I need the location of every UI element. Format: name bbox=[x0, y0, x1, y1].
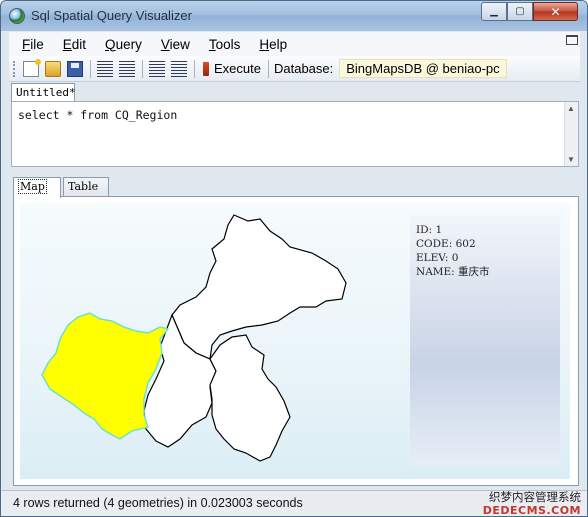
status-bar: 4 rows returned (4 geometries) in 0.0230… bbox=[1, 490, 587, 516]
menu-edit[interactable]: Edit bbox=[63, 37, 86, 52]
database-selector[interactable]: BingMapsDB @ beniao-pc bbox=[339, 59, 507, 78]
map-canvas[interactable]: ID: 1 CODE: 602 ELEV: 0 NAME: 重庆市 bbox=[20, 203, 570, 479]
window-title: Sql Spatial Query Visualizer bbox=[31, 8, 192, 23]
database-label: Database: bbox=[273, 61, 334, 76]
menu-tools[interactable]: Tools bbox=[209, 37, 241, 52]
new-file-icon[interactable] bbox=[23, 58, 41, 77]
editor-scrollbar[interactable]: ▲ ▼ bbox=[564, 102, 578, 166]
query-editor[interactable]: select * from CQ_Region ▲ ▼ bbox=[11, 101, 579, 167]
app-globe-icon bbox=[9, 8, 25, 24]
increase-indent-icon[interactable] bbox=[119, 60, 135, 77]
watermark-cn: 织梦内容管理系统 bbox=[489, 490, 581, 504]
feature-info-panel: ID: 1 CODE: 602 ELEV: 0 NAME: 重庆市 bbox=[410, 215, 560, 465]
mdi-restore-icon[interactable] bbox=[566, 35, 578, 45]
menu-query[interactable]: Query bbox=[105, 37, 142, 52]
map-panel: ID: 1 CODE: 602 ELEV: 0 NAME: 重庆市 bbox=[13, 196, 579, 486]
comment-icon[interactable] bbox=[149, 60, 165, 77]
uncomment-icon[interactable] bbox=[171, 60, 187, 77]
maximize-button[interactable]: ▢ bbox=[507, 2, 533, 21]
query-text[interactable]: select * from CQ_Region bbox=[18, 108, 177, 122]
toolbar-separator bbox=[90, 59, 91, 78]
execute-icon[interactable] bbox=[203, 61, 209, 76]
toolbar-separator bbox=[267, 59, 269, 78]
open-folder-icon[interactable] bbox=[45, 60, 61, 77]
decrease-indent-icon[interactable] bbox=[97, 60, 113, 77]
map-svg bbox=[41, 214, 347, 462]
watermark: 织梦内容管理系统 DEDECMS.COM bbox=[483, 491, 581, 517]
menu-bar: File Edit Query View Tools Help bbox=[9, 32, 580, 56]
info-code: CODE: 602 bbox=[416, 238, 476, 250]
info-elev: ELEV: 0 bbox=[416, 252, 459, 264]
title-bar[interactable]: Sql Spatial Query Visualizer ▁ ▢ ✕ bbox=[1, 1, 587, 31]
close-button[interactable]: ✕ bbox=[533, 2, 578, 21]
menu-help[interactable]: Help bbox=[259, 37, 287, 52]
save-icon[interactable] bbox=[67, 60, 83, 77]
info-name: NAME: 重庆市 bbox=[416, 266, 490, 278]
minimize-button[interactable]: ▁ bbox=[481, 2, 507, 21]
toolbar-grip-icon[interactable] bbox=[13, 60, 17, 77]
region-southeast[interactable] bbox=[209, 334, 291, 462]
info-id: ID: 1 bbox=[416, 224, 443, 236]
toolbar-separator bbox=[142, 59, 143, 78]
scroll-down-icon[interactable]: ▼ bbox=[567, 155, 575, 164]
menu-file[interactable]: File bbox=[22, 37, 44, 52]
execute-button[interactable]: Execute bbox=[214, 61, 261, 76]
tab-table[interactable]: Table bbox=[63, 177, 109, 197]
toolbar: Execute Database: BingMapsDB @ beniao-pc bbox=[9, 56, 580, 82]
tab-map[interactable]: Map bbox=[13, 177, 61, 198]
status-text: 4 rows returned (4 geometries) in 0.0230… bbox=[13, 496, 303, 510]
menu-view[interactable]: View bbox=[161, 37, 190, 52]
app-window: Sql Spatial Query Visualizer ▁ ▢ ✕ File … bbox=[0, 0, 588, 517]
region-northeast[interactable] bbox=[171, 214, 347, 360]
tab-untitled[interactable]: Untitled* bbox=[11, 83, 76, 102]
toolbar-separator bbox=[194, 59, 195, 78]
watermark-en: DEDECMS.COM bbox=[482, 504, 581, 517]
scroll-up-icon[interactable]: ▲ bbox=[567, 104, 575, 113]
